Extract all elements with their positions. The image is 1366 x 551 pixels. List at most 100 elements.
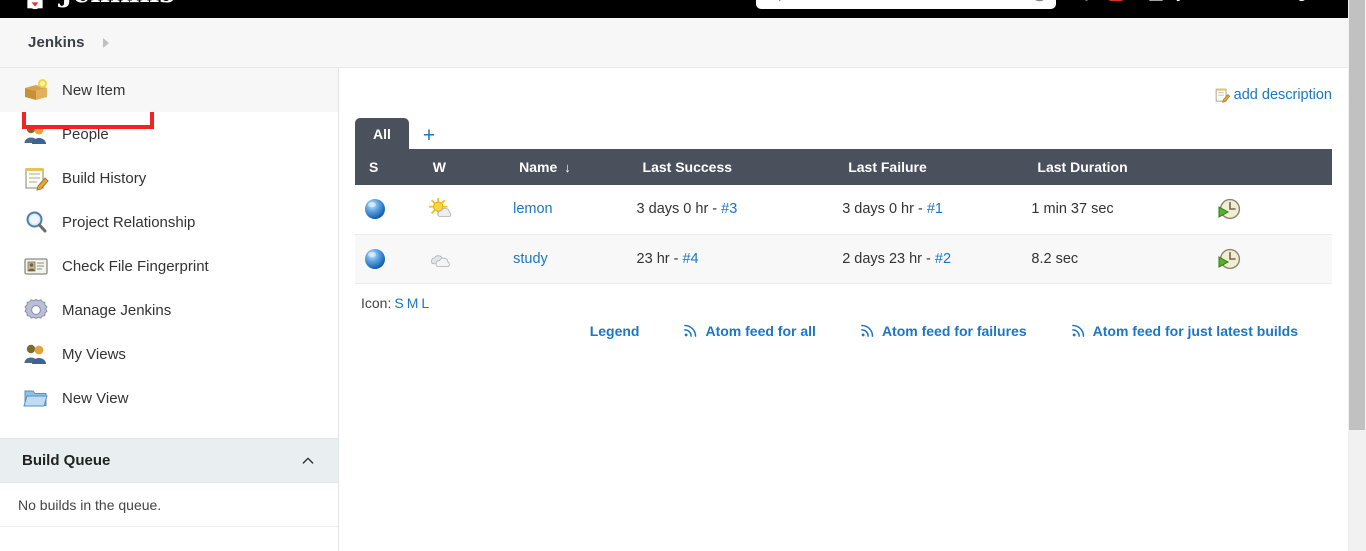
add-view-button[interactable]: + [409, 125, 449, 149]
atom-feed-failures-label: Atom feed for failures [881, 322, 1027, 339]
page-body: New Item People Build History Project Re… [0, 68, 1348, 551]
logout-button[interactable]: log out [1258, 0, 1334, 3]
search-icon [778, 0, 781, 1]
sidebar-item-check-file-fingerprint[interactable]: Check File Fingerprint [0, 244, 338, 288]
job-link[interactable]: lemon [513, 201, 553, 217]
magnifier-icon [26, 211, 47, 233]
rss-icon [1071, 324, 1084, 337]
cell-last-success: 23 hr - #4 [628, 234, 835, 284]
sidebar-item-label: New Item [62, 81, 126, 99]
jenkins-brand[interactable]: Jenkins [18, 0, 175, 10]
last-failure-text: 3 days 0 hr - [842, 201, 927, 218]
help-circle-icon[interactable]: ? [1031, 0, 1048, 2]
column-header-status[interactable]: S [355, 149, 419, 185]
atom-feed-all-link[interactable]: Atom feed for all [683, 322, 816, 339]
breadcrumb-item-jenkins[interactable]: Jenkins [28, 34, 85, 51]
sidebar-item-label: People [62, 125, 109, 143]
rss-icon [684, 324, 697, 337]
edit-note-icon [1215, 88, 1230, 103]
scrollbar-thumb[interactable] [1349, 0, 1365, 430]
main-content: add description All + S W Name ↓ Last Suc… [339, 68, 1348, 551]
cell-status [355, 185, 419, 235]
legend-link[interactable]: Legend [590, 323, 640, 339]
bell-wrapper [1078, 0, 1095, 3]
cloudy-icon [430, 254, 450, 267]
breadcrumb: Jenkins [0, 18, 1348, 68]
jobs-table-header-row: S W Name ↓ Last Success Last Failure Last… [355, 149, 1332, 185]
cell-name: lemon [505, 185, 629, 235]
job-link[interactable]: study [513, 251, 548, 267]
cell-last-duration: 8.2 sec [1023, 234, 1209, 284]
new-item-box-icon [25, 79, 47, 100]
cell-last-failure: 2 days 23 hr - #2 [834, 234, 1024, 284]
column-header-last-success[interactable]: Last Success [628, 149, 835, 185]
search-box[interactable]: ? [755, 0, 1056, 9]
sidebar-item-build-history[interactable]: Build History [0, 156, 338, 200]
build-queue-header[interactable]: Build Queue [0, 438, 338, 483]
sidebar-item-label: Manage Jenkins [62, 301, 172, 319]
column-header-last-failure[interactable]: Last Failure [834, 149, 1024, 185]
page-scrollbar[interactable] [1348, 0, 1366, 551]
cell-last-success: 3 days 0 hr - #3 [628, 185, 835, 235]
view-tabs: All + [355, 115, 1332, 149]
sidebar-item-label: Check File Fingerprint [62, 257, 209, 275]
atom-feed-failures-link[interactable]: Atom feed for failures [860, 323, 1027, 339]
sidebar-item-new-item[interactable]: New Item [0, 68, 338, 112]
bell-icon [1078, 0, 1095, 3]
last-success-build-link[interactable]: #3 [721, 201, 737, 217]
schedule-build-icon[interactable] [1217, 247, 1241, 271]
build-queue-empty-text: No builds in the queue. [0, 483, 338, 527]
column-header-name[interactable]: Name ↓ [505, 149, 629, 185]
notification-count-badge: 2 [1107, 0, 1124, 1]
sidebar-item-people[interactable]: People [0, 112, 338, 156]
atom-feed-latest-builds-label: Atom feed for just latest builds [1092, 322, 1298, 339]
add-description-button[interactable]: add description [1214, 84, 1332, 106]
search-input[interactable] [787, 0, 1031, 1]
user-icon [1149, 0, 1163, 1]
cell-name: study [505, 234, 629, 284]
icon-size-medium[interactable]: M [407, 295, 419, 311]
icon-legend-label: Icon: [361, 294, 392, 311]
notifications-button[interactable]: 2 [1078, 0, 1124, 3]
jenkins-butler-logo-icon [27, 0, 43, 10]
sidebar-item-new-view[interactable]: New View [0, 376, 338, 420]
rss-icon [861, 324, 874, 337]
last-failure-build-link[interactable]: #2 [935, 251, 951, 267]
sidebar-item-label: Build History [62, 169, 147, 187]
jobs-table-body: lemon 3 days 0 hr - #3 3 days 0 hr - #1 … [355, 185, 1332, 284]
build-queue-title: Build Queue [22, 452, 111, 469]
logout-icon [1258, 0, 1278, 3]
build-history-notepad-icon [25, 168, 49, 191]
column-header-last-duration[interactable]: Last Duration [1023, 149, 1209, 185]
sidebar-item-project-relationship[interactable]: Project Relationship [0, 200, 338, 244]
schedule-build-icon[interactable] [1217, 197, 1241, 221]
sidebar-item-manage-jenkins[interactable]: Manage Jenkins [0, 288, 338, 332]
sun-partly-cloudy-icon [428, 198, 451, 218]
icon-size-large[interactable]: L [421, 295, 429, 311]
atom-feed-latest-builds-link[interactable]: Atom feed for just latest builds [1071, 323, 1298, 339]
footer-links: Legend Atom feed for all Atom feed for f… [355, 323, 1332, 339]
cell-actions [1208, 234, 1332, 284]
chevron-right-icon[interactable] [102, 37, 109, 48]
last-failure-build-link[interactable]: #1 [927, 201, 943, 217]
add-description-row: add description [355, 84, 1332, 106]
last-success-build-link[interactable]: #4 [682, 251, 698, 267]
atom-feed-all-label: Atom feed for all [705, 322, 816, 339]
jobs-table: S W Name ↓ Last Success Last Failure Last… [355, 149, 1332, 284]
user-menu[interactable]: lynne wu [1146, 0, 1236, 3]
blue-ball-icon [365, 248, 385, 269]
cell-weather [418, 185, 506, 235]
sidebar-item-label: Project Relationship [62, 213, 196, 231]
logout-label: log out [1284, 0, 1334, 2]
people-icon [24, 124, 46, 144]
table-row: study 23 hr - #4 2 days 23 hr - #2 8.2 s… [355, 234, 1332, 284]
gear-icon [24, 298, 48, 320]
icon-size-small[interactable]: S [394, 295, 403, 311]
jobs-table-header: S W Name ↓ Last Success Last Failure Last… [355, 149, 1332, 185]
chevron-up-icon[interactable] [300, 453, 316, 469]
sidebar: New Item People Build History Project Re… [0, 68, 339, 551]
column-header-weather[interactable]: W [418, 149, 506, 185]
sidebar-item-my-views[interactable]: My Views [0, 332, 338, 376]
cell-status [355, 234, 419, 284]
tab-all[interactable]: All [355, 118, 409, 149]
